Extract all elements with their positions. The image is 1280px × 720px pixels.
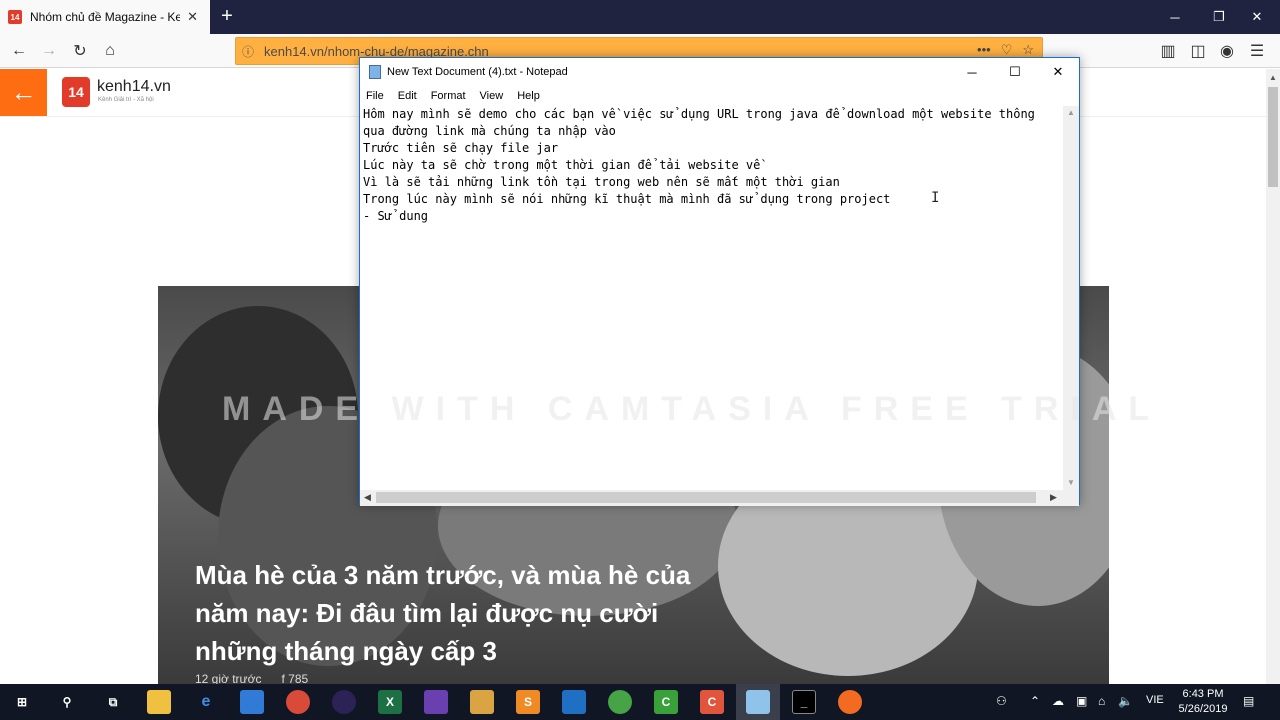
people-icon[interactable]: ⚇ [996,694,1007,708]
page-scrollbar[interactable]: ▲ [1266,69,1280,684]
vscode-icon[interactable] [562,690,586,714]
reload-button[interactable]: ↻ [67,39,93,63]
menu-icon[interactable]: ☰ [1244,39,1270,63]
volume-icon[interactable]: 🔈 [1118,694,1133,708]
onedrive-icon[interactable]: ☁ [1052,694,1064,708]
terminal-icon[interactable]: _ [792,690,816,714]
back-button[interactable]: ← [6,39,32,63]
notepad-maximize-button[interactable]: ☐ [993,58,1037,86]
search-icon[interactable]: ⚲ [55,690,79,714]
notepad-icon[interactable] [746,690,770,714]
scroll-left-icon[interactable]: ◀ [364,492,371,503]
page-actions-icon[interactable]: ••• [977,42,991,58]
menu-file[interactable]: File [366,90,384,102]
tray-chevron-icon[interactable]: ⌃ [1030,694,1040,708]
network-icon[interactable]: ⌂ [1098,694,1105,708]
start-icon[interactable]: ⊞ [10,690,34,714]
browser-titlebar: 14 Nhóm chủ đề Magazine - Kenh ✕ + ─ ❐ ✕ [0,0,1280,34]
tab-close-icon[interactable]: ✕ [187,9,198,25]
browser-minimize-button[interactable]: ─ [1152,0,1198,34]
share-count[interactable]: f 785 [281,672,308,684]
site-info-icon[interactable]: ⓘ [242,43,254,60]
firefox-icon[interactable] [838,690,862,714]
article-title[interactable]: Mùa hè của 3 năm trước, và mùa hè của nă… [195,556,695,670]
account-icon[interactable]: ◉ [1214,39,1240,63]
pocket-icon[interactable]: ♡ [1001,42,1013,58]
text-cursor-icon: I [931,190,940,206]
notepad-horizontal-scrollbar[interactable]: ◀ ▶ [360,490,1063,506]
tab-title: Nhóm chủ đề Magazine - Kenh [30,10,180,24]
menu-view[interactable]: View [480,90,504,102]
notepad-titlebar[interactable]: New Text Document (4).txt - Notepad ─ ☐ … [360,58,1079,86]
new-tab-button[interactable]: + [216,4,238,28]
notepad-window[interactable]: New Text Document (4).txt - Notepad ─ ☐ … [359,57,1080,506]
notepad-menubar: File Edit Format View Help [360,86,1079,106]
chrome-icon[interactable] [286,690,310,714]
article-time: 12 giờ trước [195,672,262,684]
scroll-right-icon[interactable]: ▶ [1050,492,1057,503]
scroll-up-icon[interactable]: ▲ [1269,73,1277,82]
menu-help[interactable]: Help [517,90,540,102]
bookmark-star-icon[interactable]: ☆ [1022,42,1034,58]
site-name[interactable]: kenh14.vn [97,78,171,96]
camtasia-icon[interactable] [608,690,632,714]
tray-app-icon[interactable]: ▣ [1076,694,1087,708]
visual-studio-icon[interactable] [424,690,448,714]
home-button[interactable]: ⌂ [97,39,123,63]
notifications-icon[interactable]: ▤ [1243,694,1254,708]
browser-close-button[interactable]: ✕ [1234,0,1280,34]
camtasia-editor-icon[interactable]: C [700,690,724,714]
file-explorer-icon[interactable] [147,690,171,714]
forward-button[interactable]: → [36,39,62,63]
tab-favicon-icon: 14 [8,10,22,24]
package-icon[interactable] [470,690,494,714]
menu-edit[interactable]: Edit [398,90,417,102]
clock[interactable]: 6:43 PM 5/26/2019 [1170,687,1236,717]
camtasia-recorder-icon[interactable]: C [654,690,678,714]
notepad-hscroll-thumb[interactable] [376,492,1036,503]
task-view-icon[interactable]: ⧉ [101,690,125,714]
scroll-up-icon[interactable]: ▲ [1067,108,1075,117]
page-scroll-thumb[interactable] [1268,87,1278,187]
notepad-close-button[interactable]: ✕ [1036,58,1080,86]
excel-icon[interactable]: X [378,690,402,714]
store-icon[interactable] [240,690,264,714]
sidebar-icon[interactable]: ◫ [1185,39,1211,63]
scroll-down-icon[interactable]: ▼ [1067,478,1075,487]
library-icon[interactable]: ▥ [1155,39,1181,63]
notepad-minimize-button[interactable]: ─ [950,58,994,86]
watermark-logo: TechSmith [408,291,803,380]
site-back-button[interactable]: ← [0,69,47,116]
sublime-icon[interactable]: S [516,690,540,714]
site-tagline: Kênh Giải trí - Xã hội [98,97,154,103]
notepad-icon [369,65,381,79]
edge-icon[interactable]: e [194,690,218,714]
browser-tab[interactable]: 14 Nhóm chủ đề Magazine - Kenh ✕ [0,0,210,34]
language-indicator[interactable]: VIE [1146,694,1164,706]
article-meta: 12 giờ trước f 785 [195,672,308,684]
share-count-value: 785 [288,672,309,684]
taskbar: ⊞ ⚲ ⧉ e X S C C _ ⚇ ⌃ ☁ ▣ ⌂ 🔈 VIE 6:43 P… [0,684,1280,720]
notepad-vertical-scrollbar[interactable]: ▲ ▼ [1063,106,1079,491]
notepad-title: New Text Document (4).txt - Notepad [387,66,568,78]
eclipse-icon[interactable] [332,690,356,714]
clock-date: 5/26/2019 [1178,703,1228,715]
resize-grip[interactable] [1063,490,1079,506]
menu-format[interactable]: Format [431,90,466,102]
site-logo[interactable]: 14 [62,77,90,107]
watermark-text: MADE WITH CAMTASIA FREE TRIAL [222,390,1162,428]
clock-time: 6:43 PM [1182,688,1224,700]
